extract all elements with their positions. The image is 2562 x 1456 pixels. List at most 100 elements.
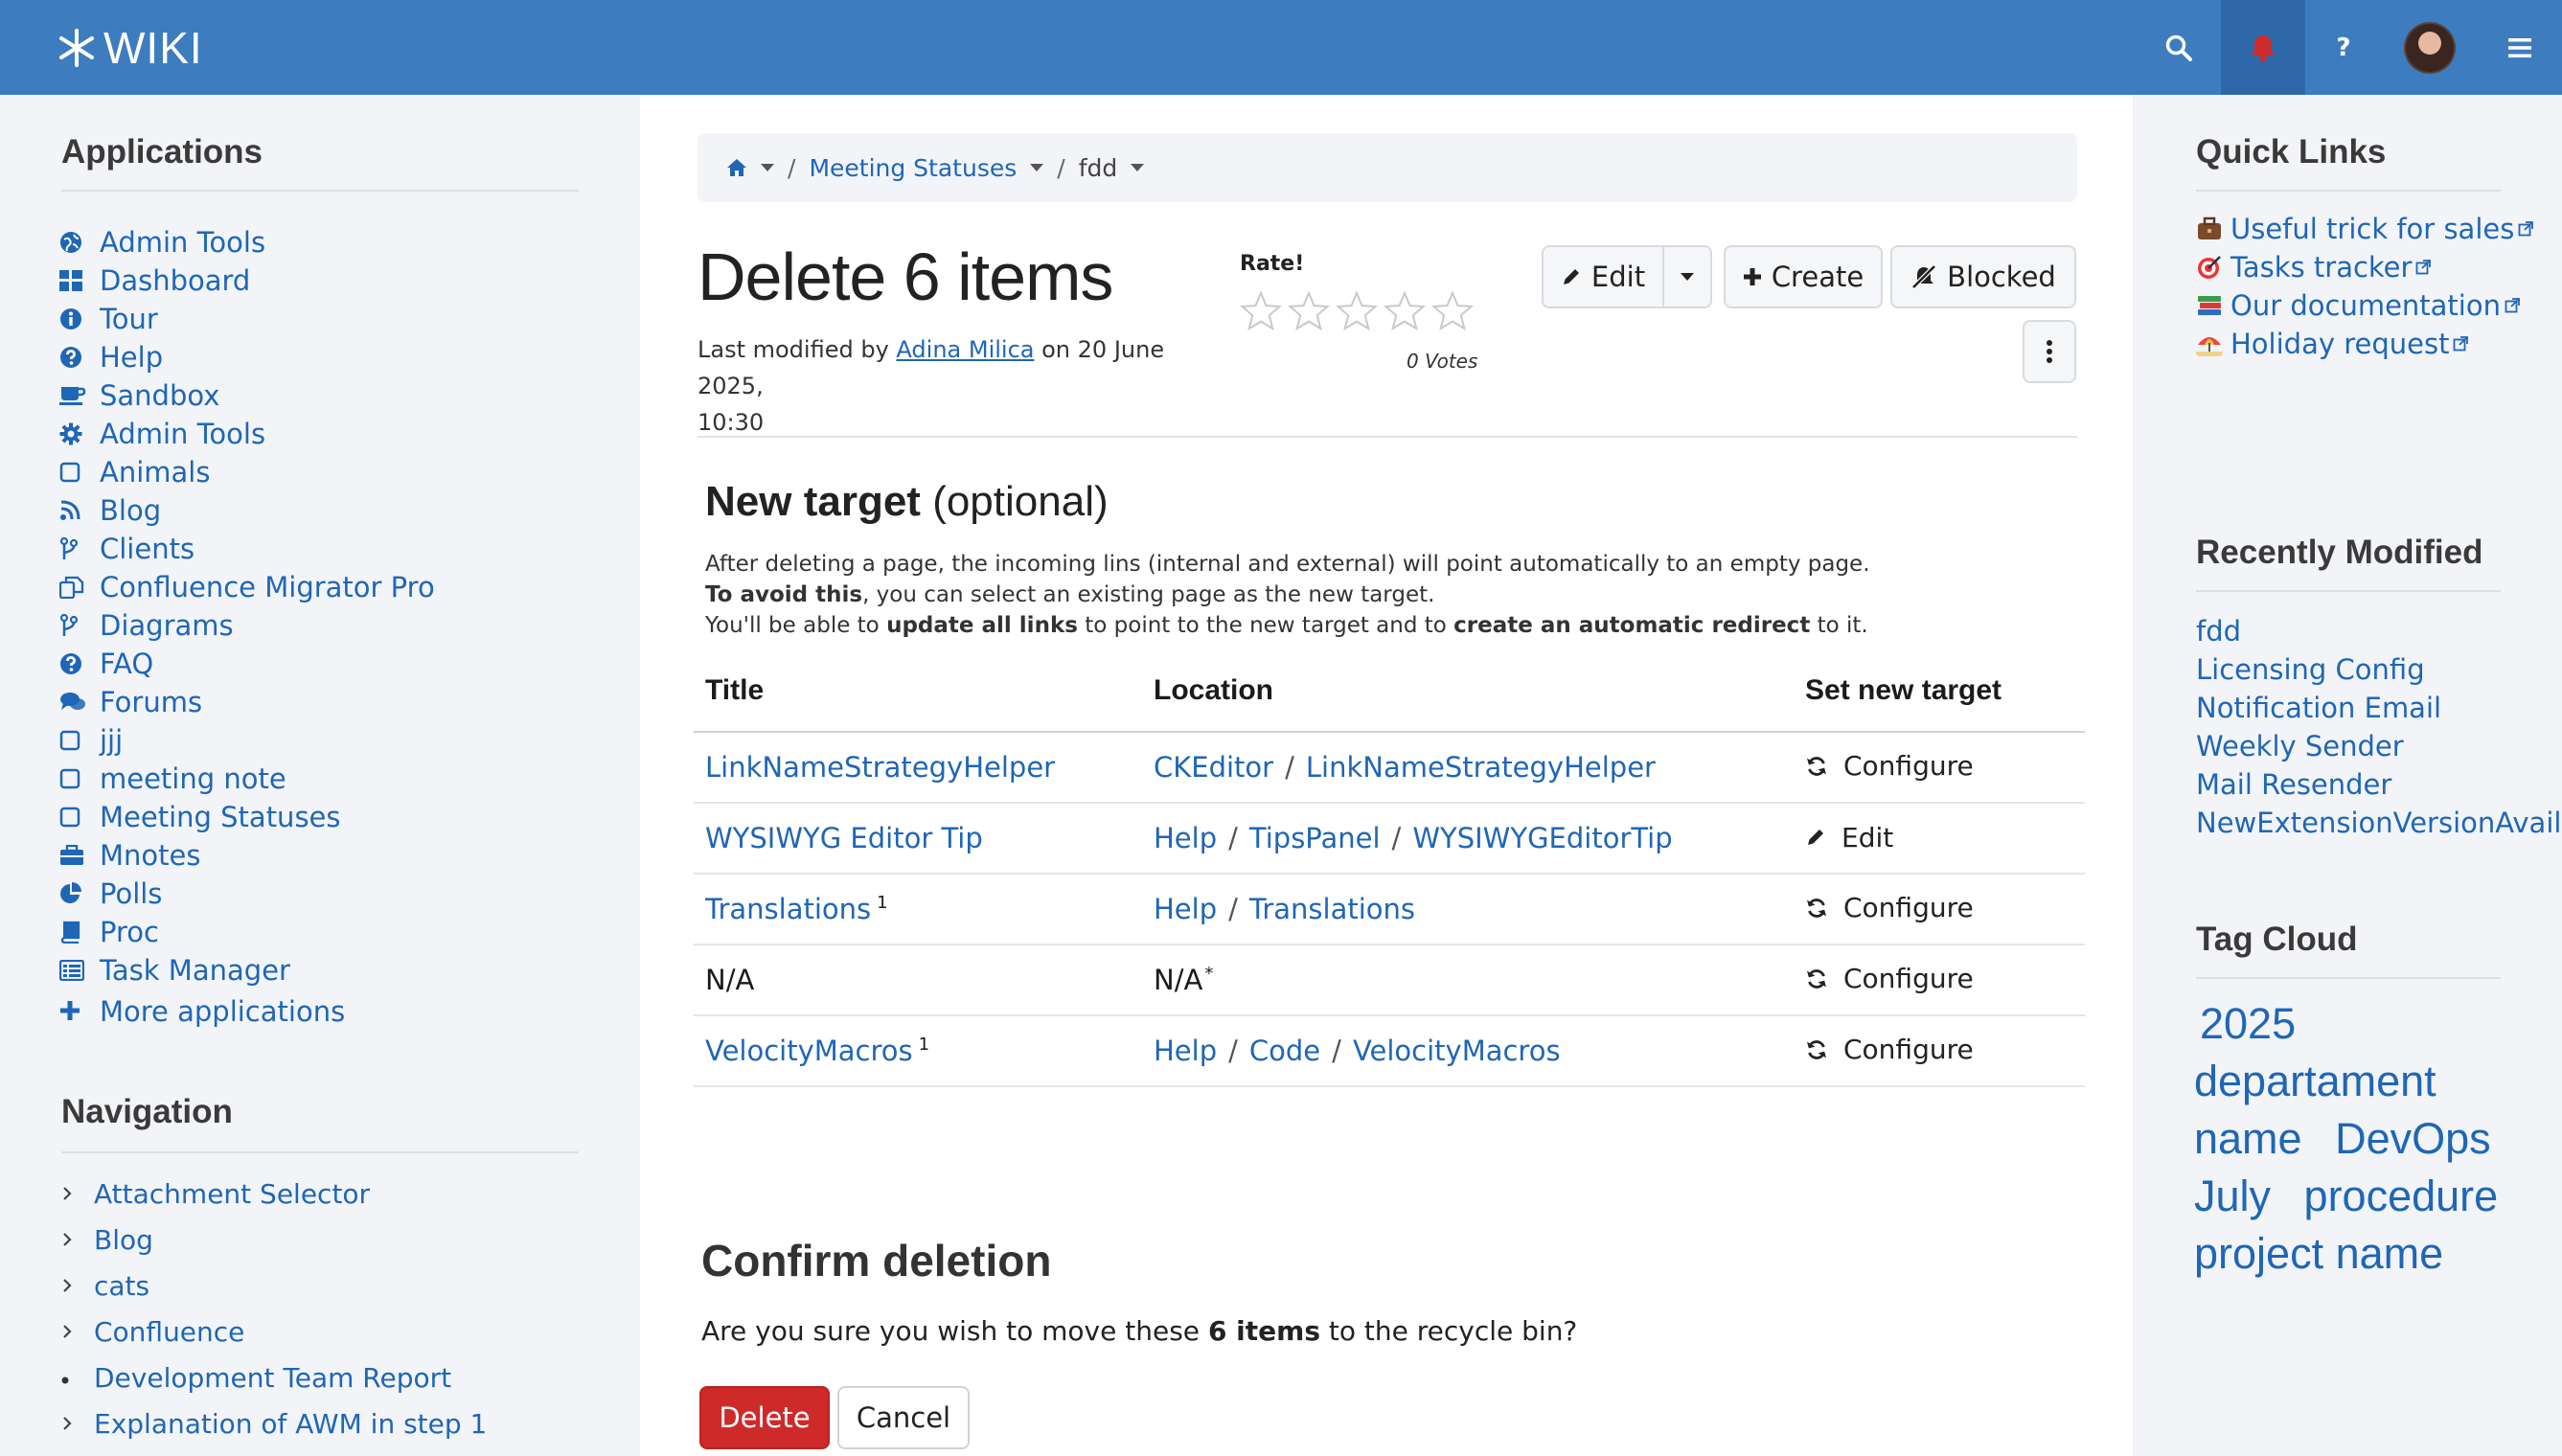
edit-button[interactable]: Edit [1542, 245, 1664, 308]
recently-modified-item[interactable]: Notification Email [2196, 689, 2561, 727]
set-target-action[interactable]: Configure [1805, 892, 1974, 923]
set-target-action[interactable]: Edit [1805, 822, 1893, 853]
recently-modified-item[interactable]: Licensing Config [2196, 650, 2561, 689]
sidebar-app-item[interactable]: FAQ [59, 645, 435, 683]
navigation-item[interactable]: Development Team Report [61, 1354, 487, 1400]
search-button[interactable] [2137, 0, 2221, 95]
quick-link[interactable]: Our documentation [2196, 286, 2541, 325]
tag-link[interactable]: project name [2194, 1229, 2443, 1278]
location-segment[interactable]: Code [1249, 1035, 1320, 1067]
sidebar-app-item[interactable]: meeting note [59, 760, 435, 798]
more-actions-button[interactable] [2023, 320, 2076, 383]
chevron-right-icon[interactable] [61, 1225, 94, 1254]
sidebar-app-item[interactable]: Meeting Statuses [59, 798, 435, 836]
recently-modified-item[interactable]: Weekly Sender [2196, 727, 2561, 765]
location-segment[interactable]: Help [1154, 822, 1217, 854]
sidebar-app-item[interactable]: jjj [59, 721, 435, 760]
row-title[interactable]: VelocityMacros [705, 1035, 913, 1067]
external-link-icon [2514, 213, 2534, 245]
help-button[interactable]: ? [2301, 0, 2386, 95]
sidebar-app-item[interactable]: Task Manager [59, 951, 435, 990]
star-icon[interactable] [1384, 290, 1426, 335]
recently-modified-item[interactable]: fdd [2196, 612, 2561, 650]
chevron-right-icon[interactable] [61, 1317, 94, 1346]
sidebar-app-item[interactable]: Sandbox [59, 376, 435, 415]
recently-modified-item[interactable]: NewExtensionVersionAvail [2196, 804, 2561, 842]
navigation-item[interactable]: Confluence [61, 1308, 487, 1354]
square-icon [59, 730, 100, 751]
tag-link[interactable]: departament [2194, 1057, 2436, 1105]
home-link[interactable] [726, 158, 774, 177]
row-title[interactable]: WYSIWYG Editor Tip [705, 822, 983, 854]
xwiki-logo-icon [59, 29, 94, 67]
main-menu-button[interactable] [2478, 0, 2562, 95]
sidebar-app-item[interactable]: Clients [59, 530, 435, 568]
navigation-item[interactable]: Attachment Selector [61, 1171, 487, 1217]
star-icon[interactable] [1240, 290, 1282, 335]
quick-link[interactable]: Tasks tracker [2196, 248, 2541, 286]
chevron-down-icon[interactable] [1030, 164, 1044, 171]
tag-link[interactable]: procedure [2304, 1172, 2499, 1220]
blocked-button[interactable]: Blocked [1890, 245, 2076, 308]
recently-modified-item[interactable]: Mail Resender [2196, 765, 2561, 804]
confirm-message: Are you sure you wish to move these 6 it… [701, 1315, 1577, 1347]
location-segment[interactable]: TipsPanel [1249, 822, 1381, 854]
sidebar-app-item[interactable]: Proc [59, 913, 435, 951]
chevron-right-icon[interactable] [61, 1409, 94, 1438]
tag-link[interactable]: 2025 [2200, 999, 2296, 1048]
navigation-item[interactable]: cats [61, 1263, 487, 1308]
set-target-action[interactable]: Configure [1805, 1034, 1974, 1065]
star-icon[interactable] [1336, 290, 1378, 335]
sidebar-app-label: Admin Tools [100, 226, 266, 259]
notifications-button[interactable] [2221, 0, 2305, 95]
sidebar-app-item[interactable]: Tour [59, 300, 435, 338]
set-target-action[interactable]: Configure [1805, 963, 1974, 994]
breadcrumb-meeting-statuses[interactable]: Meeting Statuses [809, 154, 1017, 182]
cancel-button[interactable]: Cancel [837, 1386, 970, 1449]
xwiki-logo[interactable]: WIKI [56, 23, 203, 73]
sidebar-app-item[interactable]: Diagrams [59, 606, 435, 645]
sidebar-app-item[interactable]: Mnotes [59, 836, 435, 875]
sidebar-app-item[interactable]: Forums [59, 683, 435, 721]
sidebar-app-item[interactable]: Blog [59, 491, 435, 530]
location-segment[interactable]: LinkNameStrategyHelper [1306, 751, 1656, 784]
location-segment[interactable]: VelocityMacros [1353, 1035, 1561, 1067]
location-segment[interactable]: Translations [1249, 893, 1415, 925]
navigation-item[interactable]: Blog [61, 1217, 487, 1263]
user-menu[interactable] [2388, 0, 2472, 95]
delete-button[interactable]: Delete [699, 1386, 830, 1449]
navigation-item[interactable]: Explanation of AWM in step 1 [61, 1400, 487, 1446]
briefcase-emoji [2196, 213, 2230, 245]
sidebar-app-item[interactable]: Confluence Migrator Pro [59, 568, 435, 606]
chevron-right-icon[interactable] [61, 1271, 94, 1300]
row-location-cell: Help / Code / VelocityMacros [1142, 1015, 1794, 1087]
sidebar-app-item[interactable]: Polls [59, 875, 435, 913]
sidebar-app-item[interactable]: Admin Tools [59, 223, 435, 262]
modified-user-link[interactable]: Adina Milica [896, 336, 1034, 363]
sidebar-app-item[interactable]: Admin Tools [59, 415, 435, 453]
chevron-down-icon[interactable] [1131, 164, 1145, 171]
row-title[interactable]: Translations [705, 893, 871, 925]
sidebar-app-item[interactable]: Animals [59, 453, 435, 491]
sidebar-app-label: Mnotes [100, 839, 201, 872]
row-title[interactable]: LinkNameStrategyHelper [705, 751, 1055, 784]
quick-link[interactable]: Useful trick for sales [2196, 210, 2541, 248]
star-icon[interactable] [1431, 290, 1474, 335]
tag-link[interactable]: name [2194, 1114, 2302, 1163]
create-button[interactable]: Create [1724, 245, 1883, 308]
sidebar-app-item[interactable]: Dashboard [59, 262, 435, 300]
location-segment[interactable]: CKEditor [1154, 751, 1273, 784]
star-icon[interactable] [1288, 290, 1330, 335]
sidebar-app-item[interactable]: Help [59, 338, 435, 376]
location-segment[interactable]: Help [1154, 1035, 1217, 1067]
edit-dropdown-toggle[interactable] [1662, 245, 1712, 308]
quick-link[interactable]: Holiday request [2196, 325, 2541, 363]
location-segment[interactable]: WYSIWYGEditorTip [1412, 822, 1672, 854]
location-segment[interactable]: Help [1154, 893, 1217, 925]
tag-link[interactable]: July [2194, 1172, 2271, 1220]
quick-link-label: Our documentation [2230, 289, 2501, 322]
more-applications-link[interactable]: More applications [59, 995, 345, 1028]
tag-link[interactable]: DevOps [2335, 1114, 2491, 1163]
chevron-right-icon[interactable] [61, 1179, 94, 1208]
set-target-action[interactable]: Configure [1805, 750, 1974, 782]
